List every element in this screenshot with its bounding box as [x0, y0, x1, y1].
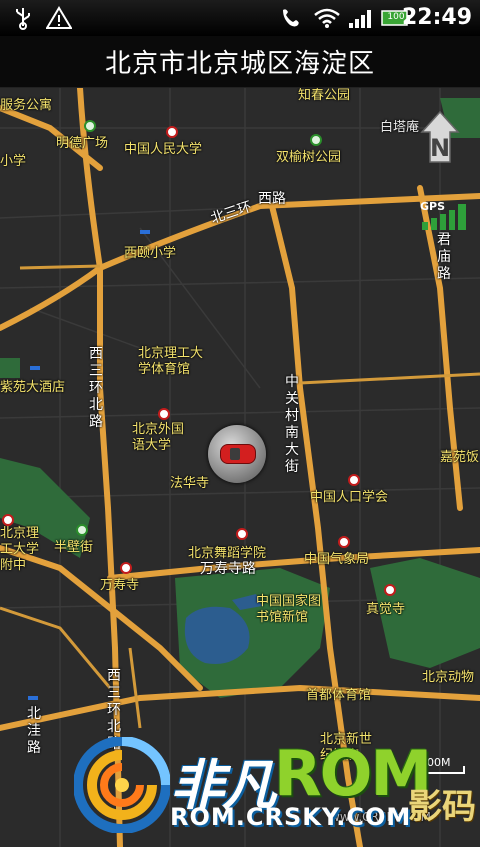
road-label: 君庙路 [437, 232, 451, 282]
clock-time: 22:49 [401, 5, 472, 30]
place-label: 北京外国语大学 [132, 422, 185, 453]
poi-marker[interactable] [158, 408, 170, 420]
usb-icon [10, 0, 36, 36]
park-marker[interactable] [76, 524, 88, 536]
poi-marker[interactable] [120, 562, 132, 574]
place-label: 小学 [0, 154, 27, 169]
compass-icon[interactable]: N [420, 110, 460, 164]
watermark-url: ROM.CRSKY.COM [170, 803, 412, 831]
current-location-car-icon[interactable] [208, 425, 266, 483]
place-label: 双榆树公园 [276, 150, 342, 165]
road-label: 中关村南大街 [285, 374, 299, 475]
watermark-rom: ROM [274, 737, 432, 810]
park-marker[interactable] [310, 134, 322, 146]
place-label: 万寿寺 [100, 578, 140, 593]
place-label: 中国人口学会 [310, 490, 389, 505]
place-label: 紫苑大酒店 [0, 380, 66, 395]
place-label: 中国气象局 [304, 552, 370, 567]
road-label: 万寿寺路 [200, 561, 256, 577]
warning-icon [44, 0, 74, 36]
place-label: 首都体育馆 [306, 688, 372, 703]
location-title: 北京市北京城区海淀区 [104, 49, 375, 79]
place-label: 北京动物 [422, 670, 475, 685]
place-label: 明德广场 [56, 136, 109, 151]
place-label: 北京理工大学附中 [0, 526, 40, 573]
car-window [230, 448, 240, 460]
signal-icon [346, 0, 376, 36]
park-marker[interactable] [84, 120, 96, 132]
place-label: 北京理工大学体育馆 [138, 346, 204, 377]
watermark-side: 影码 [408, 787, 476, 827]
map-view[interactable]: 知春公园 服务公寓 白塔庵 明德广场 中国人民大学 双榆树公园 小学 西颐小学 … [0, 88, 480, 847]
status-bar: 100 22:49 [0, 0, 480, 36]
phone-icon [278, 0, 302, 36]
place-label: 知春公园 [298, 88, 351, 103]
poi-marker[interactable] [236, 528, 248, 540]
compass-letter: N [430, 134, 450, 162]
poi-marker[interactable] [338, 536, 350, 548]
road-label: 西路 [258, 191, 286, 207]
watermark-logo: 非凡 ROM ROM.CRSKY.COM 影码 [74, 735, 480, 847]
poi-marker[interactable] [384, 584, 396, 596]
place-label: 嘉苑饭 [440, 450, 480, 465]
title-bar: 北京市北京城区海淀区 [0, 36, 480, 88]
poi-marker[interactable] [348, 474, 360, 486]
road-label: 北洼路 [27, 706, 41, 756]
place-label: 服务公寓 [0, 98, 53, 113]
wifi-icon [312, 0, 342, 36]
place-label: 真觉寺 [366, 602, 406, 617]
place-label: 中国人民大学 [124, 142, 203, 157]
place-label: 半壁街 [54, 540, 94, 555]
place-label: 西颐小学 [124, 246, 177, 261]
place-label: 法华寺 [170, 476, 210, 491]
place-label: 中国国家图书馆新馆 [256, 594, 322, 625]
gps-signal-indicator: GPS [420, 200, 472, 232]
logo-ring-icon [74, 737, 170, 833]
place-label: 白塔庵 [380, 120, 420, 135]
road-label: 西三环北路 [89, 346, 103, 430]
poi-marker[interactable] [166, 126, 178, 138]
poi-marker[interactable] [2, 514, 14, 526]
